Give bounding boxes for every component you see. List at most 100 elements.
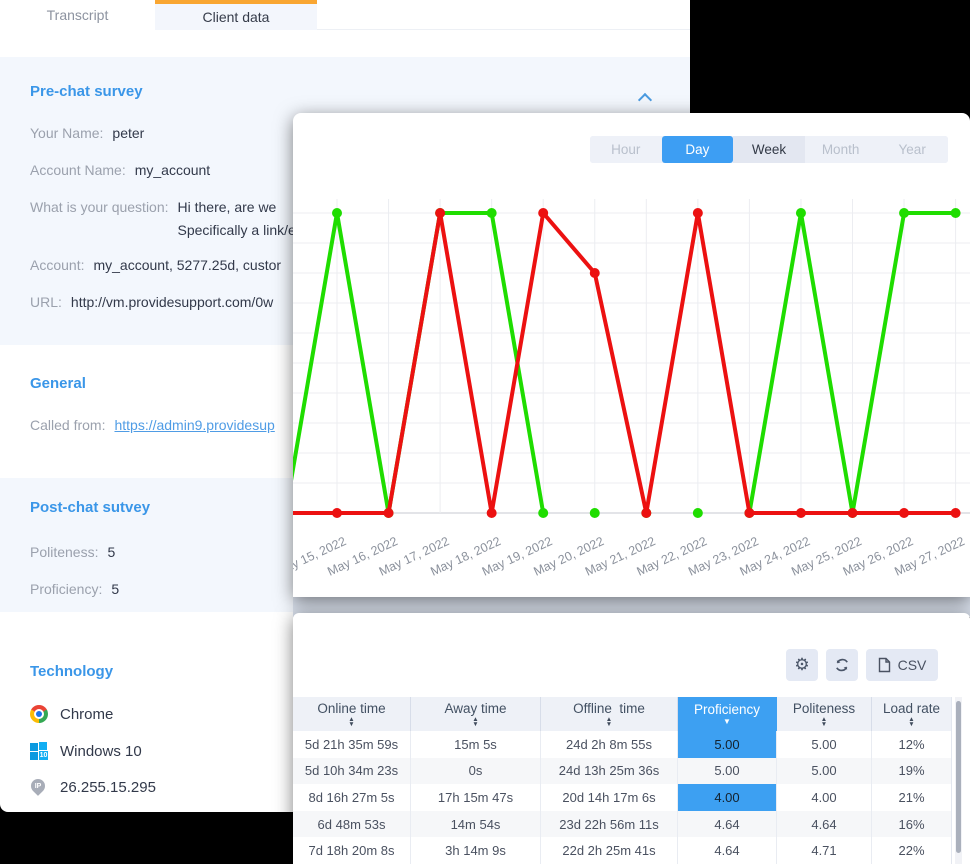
table-cell: 24d 2h 8m 55s — [541, 731, 678, 758]
refresh-icon — [834, 657, 850, 673]
sort-icon: ▲▼ — [472, 717, 478, 728]
table-cell: 21% — [872, 784, 952, 811]
chrome-icon — [30, 705, 48, 723]
column-header-online-time[interactable]: Online time▲▼ — [293, 697, 411, 731]
field-label: Politeness: — [30, 542, 98, 562]
series-red-point — [384, 508, 394, 518]
csv-file-icon — [878, 657, 891, 673]
series-green-point — [332, 208, 342, 218]
table-cell: 5.00 — [777, 731, 872, 758]
field-value: 5 — [111, 579, 119, 599]
called-from-link[interactable]: https://admin9.providesup — [114, 415, 274, 435]
period-tab-week[interactable]: Week — [733, 136, 805, 163]
series-red-point — [435, 208, 445, 218]
column-header-label: Load rate — [883, 701, 940, 716]
column-header-label: Away time — [444, 701, 506, 716]
table-cell: 4.71 — [777, 837, 872, 864]
table-cell: 24d 13h 25m 36s — [541, 758, 678, 785]
table-cell: 5d 10h 34m 23s — [293, 758, 411, 785]
series-red-point — [951, 508, 961, 518]
table-scrollbar-thumb[interactable] — [956, 701, 961, 853]
postchat-survey-title: Post-chat sutvey — [30, 499, 150, 516]
chart-card: May 15, 2022May 16, 2022May 17, 2022May … — [293, 113, 970, 597]
column-header-proficiency[interactable]: Proficiency▼ — [678, 697, 777, 731]
tab-transcript[interactable]: Transcript — [0, 0, 155, 30]
table-cell: 12% — [872, 731, 952, 758]
windows-icon: 10 — [30, 742, 48, 760]
gear-icon: ⚙ — [794, 655, 809, 675]
table-cell: 20d 14h 17m 6s — [541, 784, 678, 811]
field-value: http://vm.providesupport.com/0w — [71, 292, 273, 312]
table-cell: 0s — [411, 758, 541, 785]
series-green-point — [590, 508, 600, 518]
period-tab-day[interactable]: Day — [662, 136, 734, 163]
field-label: URL: — [30, 292, 62, 312]
table-cell: 5.00 — [678, 731, 777, 758]
period-tab-group: HourDayWeekMonthYear — [590, 136, 948, 163]
series-red-point — [590, 268, 600, 278]
series-green-point — [899, 208, 909, 218]
settings-button[interactable]: ⚙ — [786, 649, 818, 681]
table-cell: 16% — [872, 811, 952, 838]
table-cell: 7d 18h 20m 8s — [293, 837, 411, 864]
column-header-load-rate[interactable]: Load rate▲▼ — [872, 697, 952, 731]
series-red-point — [848, 508, 858, 518]
period-tab-hour[interactable]: Hour — [590, 136, 662, 163]
field-label: Account: — [30, 255, 84, 275]
field-label: Your Name: — [30, 123, 103, 143]
period-tab-year[interactable]: Year — [876, 136, 948, 163]
series-red-point — [332, 508, 342, 518]
tech-row-browser: Chrome — [30, 703, 113, 725]
series-red-point — [744, 508, 754, 518]
tab-client-data[interactable]: Client data — [155, 0, 317, 30]
table-cell: 14m 54s — [411, 811, 541, 838]
column-header-politeness[interactable]: Politeness▲▼ — [777, 697, 872, 731]
series-green-point — [538, 508, 548, 518]
table-cell: 22d 2h 25m 41s — [541, 837, 678, 864]
table-cell: 6d 48m 53s — [293, 811, 411, 838]
field-label: Proficiency: — [30, 579, 102, 599]
table-cell: 4.64 — [777, 811, 872, 838]
column-header-label: Online time — [317, 701, 385, 716]
field-proficiency: Proficiency: 5 — [30, 579, 119, 599]
column-header-offline-time[interactable]: Offline time▲▼ — [541, 697, 678, 731]
table-row[interactable]: 7d 18h 20m 8s3h 14m 9s22d 2h 25m 41s4.64… — [293, 837, 952, 864]
table-cell: 15m 5s — [411, 731, 541, 758]
table-row[interactable]: 5d 21h 35m 59s15m 5s24d 2h 8m 55s5.005.0… — [293, 731, 952, 758]
field-label: Account Name: — [30, 160, 126, 180]
table-cell: 22% — [872, 837, 952, 864]
table-cell: 4.64 — [678, 811, 777, 838]
app-root: Transcript Client data Pre-chat survey Y… — [0, 0, 970, 864]
table-row[interactable]: 8d 16h 27m 5s17h 15m 47s20d 14h 17m 6s4.… — [293, 784, 952, 811]
table-row[interactable]: 6d 48m 53s14m 54s23d 22h 56m 11s4.644.64… — [293, 811, 952, 838]
stats-card: ⚙ CSV Online time▲▼Away time▲▼Offline ti… — [293, 613, 970, 864]
refresh-button[interactable] — [826, 649, 858, 681]
tab-client-data-label: Client data — [203, 9, 270, 25]
tech-row-ip: IP 26.255.15.295 — [30, 776, 156, 798]
field-label: What is your question: — [30, 196, 169, 219]
table-cell: 5.00 — [777, 758, 872, 785]
field-value: my_account, 5277.25d, custor — [93, 255, 281, 275]
table-cell: 5d 21h 35m 59s — [293, 731, 411, 758]
series-green-point — [487, 208, 497, 218]
series-red-point — [796, 508, 806, 518]
general-title: General — [30, 375, 86, 392]
field-value: my_account — [135, 160, 210, 180]
table-cell: 23d 22h 56m 11s — [541, 811, 678, 838]
table-cell: 4.64 — [678, 837, 777, 864]
field-value: peter — [112, 123, 144, 143]
series-green-point — [796, 208, 806, 218]
field-politeness: Politeness: 5 — [30, 542, 115, 562]
chevron-up-icon[interactable] — [640, 92, 651, 103]
column-header-away-time[interactable]: Away time▲▼ — [411, 697, 541, 731]
export-csv-button[interactable]: CSV — [866, 649, 938, 681]
table-cell: 3h 14m 9s — [411, 837, 541, 864]
column-header-label: Politeness — [793, 701, 855, 716]
table-row[interactable]: 5d 10h 34m 23s0s24d 13h 25m 36s5.005.001… — [293, 758, 952, 785]
sort-icon: ▲▼ — [908, 717, 914, 728]
period-tab-month[interactable]: Month — [805, 136, 877, 163]
field-label: Called from: — [30, 415, 105, 435]
sort-icon: ▲▼ — [348, 717, 354, 728]
table-header-row: Online time▲▼Away time▲▼Offline time▲▼Pr… — [293, 697, 952, 731]
field-called-from: Called from: https://admin9.providesup — [30, 415, 275, 435]
